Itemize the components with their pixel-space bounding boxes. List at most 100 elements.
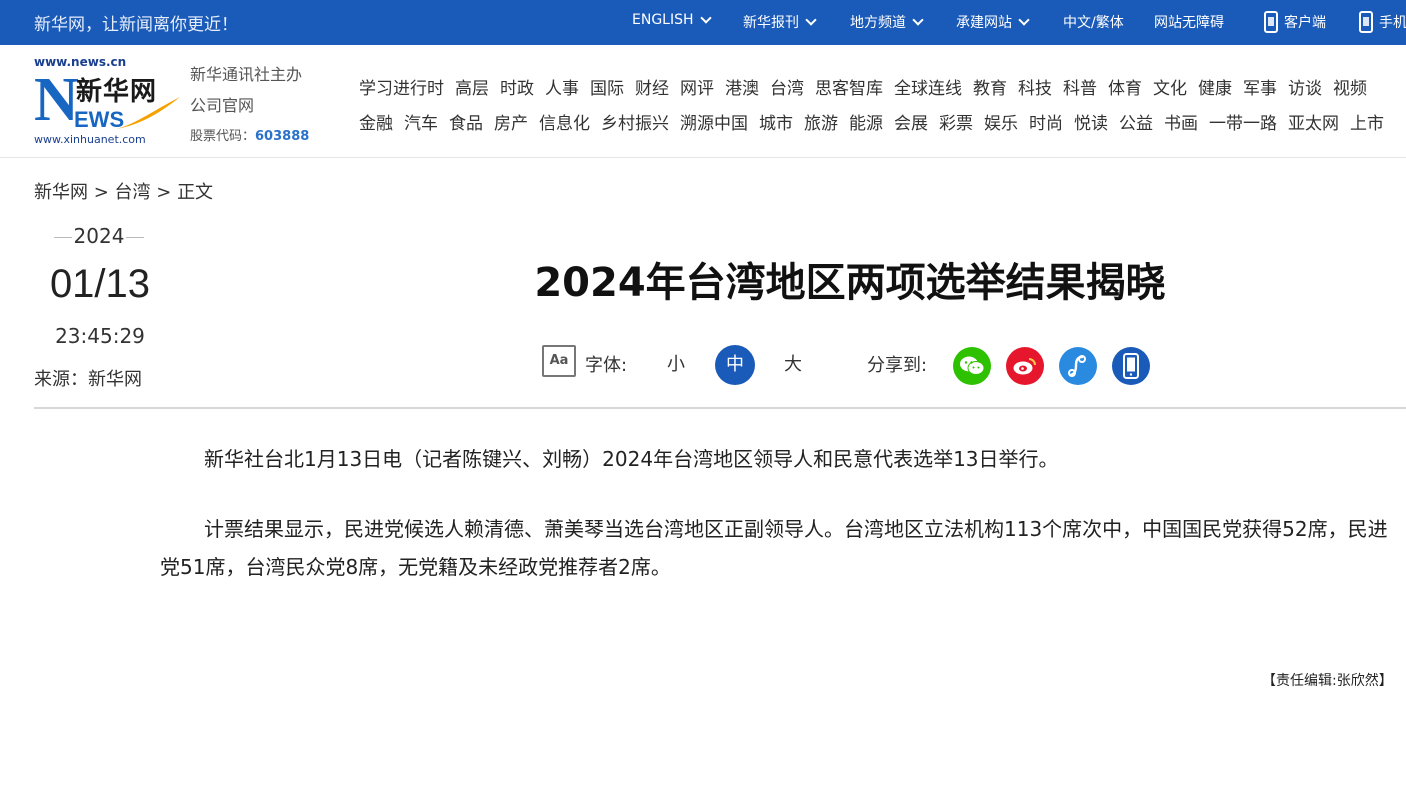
nav-item[interactable]: 城市 bbox=[759, 114, 793, 134]
client-app-link[interactable]: 客户端 bbox=[1264, 6, 1326, 38]
chevron-down-icon bbox=[699, 12, 712, 24]
logo-letter-n: N bbox=[34, 66, 79, 134]
breadcrumb: 新华网 > 台湾 > 正文 bbox=[34, 178, 213, 204]
nav-item[interactable]: 亚太网 bbox=[1288, 114, 1339, 134]
nav-item[interactable]: 国际 bbox=[590, 79, 624, 99]
link-icon bbox=[1068, 355, 1086, 377]
sponsor-line2: 公司官网 bbox=[190, 96, 255, 115]
phone-icon bbox=[1359, 11, 1373, 33]
site-slogan: 新华网，让新闻离你更近！ bbox=[34, 15, 238, 35]
hosted-sites-menu[interactable]: 承建网站 bbox=[956, 12, 1030, 32]
share-label: 分享到: bbox=[867, 355, 928, 376]
article-source: 来源：新华网 bbox=[34, 369, 142, 390]
chevron-down-icon bbox=[1018, 14, 1030, 26]
nav-item[interactable]: 金融 bbox=[359, 114, 393, 134]
top-bar: 新华网，让新闻离你更近！ ENGLISH 新华报刊 地方频道 承建网站 中文/繁… bbox=[0, 0, 1406, 45]
nav-item[interactable]: 上市 bbox=[1350, 114, 1384, 134]
chevron-down-icon bbox=[912, 14, 924, 26]
nav-item[interactable]: 旅游 bbox=[804, 114, 838, 134]
nav-item[interactable]: 乡村振兴 bbox=[601, 114, 669, 134]
nav-item[interactable]: 书画 bbox=[1164, 114, 1198, 134]
breadcrumb-sep: > bbox=[88, 182, 115, 203]
font-size-icon: Aa bbox=[542, 345, 576, 377]
nav-item[interactable]: 学习进行时 bbox=[359, 79, 444, 99]
sponsor-info: 新华通讯社主办 公司官网 股票代码：603888 bbox=[190, 59, 309, 152]
nav-item[interactable]: 时尚 bbox=[1029, 114, 1063, 134]
share-mobile-button[interactable] bbox=[1112, 347, 1150, 385]
breadcrumb-current: 正文 bbox=[177, 182, 214, 203]
share-weibo-button[interactable] bbox=[1006, 347, 1044, 385]
nav-item[interactable]: 科普 bbox=[1063, 79, 1097, 99]
site-header: www.news.cn N 新华网 EWS www.xinhuanet.com … bbox=[0, 45, 1406, 158]
newspapers-label: 新华报刊 bbox=[743, 15, 799, 31]
nav-item[interactable]: 财经 bbox=[635, 79, 669, 99]
nav-item[interactable]: 一带一路 bbox=[1209, 114, 1277, 134]
client-label: 客户端 bbox=[1284, 15, 1326, 31]
xinhua-logo[interactable]: www.news.cn N 新华网 EWS www.xinhuanet.com bbox=[34, 55, 184, 147]
share-wechat-button[interactable] bbox=[953, 347, 991, 385]
nav-item[interactable]: 彩票 bbox=[939, 114, 973, 134]
hosted-label: 承建网站 bbox=[956, 15, 1012, 31]
nav-item[interactable]: 悦读 bbox=[1074, 114, 1108, 134]
nav-item[interactable]: 会展 bbox=[894, 114, 928, 134]
nav-item[interactable]: 健康 bbox=[1198, 79, 1232, 99]
font-medium-button[interactable]: 中 bbox=[715, 345, 755, 385]
publish-month-day: 01/13 bbox=[49, 262, 151, 306]
nav-item[interactable]: 人事 bbox=[545, 79, 579, 99]
nav-item[interactable]: 网评 bbox=[680, 79, 714, 99]
nav-item[interactable]: 台湾 bbox=[770, 79, 804, 99]
nav-item[interactable]: 教育 bbox=[973, 79, 1007, 99]
publish-year: 2024 bbox=[52, 224, 146, 248]
font-small-button[interactable]: 小 bbox=[656, 345, 696, 385]
breadcrumb-home[interactable]: 新华网 bbox=[34, 182, 88, 203]
nav-item[interactable]: 娱乐 bbox=[984, 114, 1018, 134]
local-label: 地方频道 bbox=[850, 15, 906, 31]
article-paragraph: 新华社台北1月13日电（记者陈键兴、刘畅）2024年台湾地区领导人和民意代表选举… bbox=[204, 447, 1059, 471]
nav-item[interactable]: 食品 bbox=[449, 114, 483, 134]
english-label: ENGLISH bbox=[632, 12, 694, 28]
wechat-icon bbox=[960, 356, 985, 375]
nav-item[interactable]: 信息化 bbox=[539, 114, 590, 134]
breadcrumb-section[interactable]: 台湾 bbox=[115, 182, 151, 203]
nav-item[interactable]: 全球连线 bbox=[894, 79, 962, 99]
nav-item[interactable]: 溯源中国 bbox=[680, 114, 748, 134]
article-title: 2024年台湾地区两项选举结果揭晓 bbox=[534, 260, 1166, 306]
responsible-editor: 【责任编辑:张欣然】 bbox=[1262, 673, 1393, 689]
english-menu[interactable]: ENGLISH bbox=[632, 12, 712, 28]
mobile-icon bbox=[1123, 353, 1139, 379]
channel-nav-row1: 学习进行时 高层 时政 人事 国际 财经 网评 港澳 台湾 思客智库 全球连线 教育 科技 科普 体育 文化健… bbox=[359, 74, 1378, 99]
nav-item[interactable]: 军事 bbox=[1243, 79, 1277, 99]
nav-item[interactable]: 文化 bbox=[1153, 79, 1187, 99]
stock-code-value[interactable]: 603888 bbox=[255, 129, 309, 144]
font-large-button[interactable]: 大 bbox=[773, 345, 813, 385]
font-size-label: 字体: bbox=[585, 355, 628, 376]
nav-item[interactable]: 房产 bbox=[494, 114, 528, 134]
publish-time: 23:45:29 bbox=[55, 324, 145, 348]
stock-label: 股票代码： bbox=[190, 129, 256, 144]
language-toggle-link[interactable]: 中文/繁体 bbox=[1063, 12, 1124, 32]
nav-item[interactable]: 时政 bbox=[500, 79, 534, 99]
nav-item[interactable]: 体育 bbox=[1108, 79, 1142, 99]
nav-item[interactable]: 能源 bbox=[849, 114, 883, 134]
chevron-down-icon bbox=[805, 14, 817, 26]
nav-item[interactable]: 访谈 bbox=[1288, 79, 1322, 99]
nav-item[interactable]: 公益 bbox=[1119, 114, 1153, 134]
nav-item[interactable]: 视频 bbox=[1333, 79, 1367, 99]
nav-item[interactable]: 科技 bbox=[1018, 79, 1052, 99]
sponsor-line1: 新华通讯社主办 bbox=[190, 65, 303, 84]
nav-item[interactable]: 港澳 bbox=[725, 79, 759, 99]
logo-url-bottom: www.xinhuanet.com bbox=[34, 133, 146, 146]
nav-item[interactable]: 汽车 bbox=[404, 114, 438, 134]
logo-swoosh-icon bbox=[116, 97, 180, 129]
article-paragraph: 计票结果显示，民进党候选人赖清德、萧美琴当选台湾地区正副领导人。台湾地区立法机构… bbox=[160, 517, 1388, 579]
weibo-icon bbox=[1013, 358, 1036, 375]
article-toolbar: Aa 字体: 小 中 大 分享到: bbox=[542, 345, 1162, 389]
nav-item[interactable]: 高层 bbox=[455, 79, 489, 99]
accessibility-link[interactable]: 网站无障碍 bbox=[1154, 12, 1224, 32]
share-link-button[interactable] bbox=[1059, 347, 1097, 385]
mobile-site-link[interactable]: 手机 bbox=[1359, 6, 1406, 38]
newspapers-menu[interactable]: 新华报刊 bbox=[743, 12, 817, 32]
nav-item[interactable]: 思客智库 bbox=[815, 79, 883, 99]
local-channels-menu[interactable]: 地方频道 bbox=[850, 12, 924, 32]
stock-code: 股票代码：603888 bbox=[190, 121, 309, 152]
